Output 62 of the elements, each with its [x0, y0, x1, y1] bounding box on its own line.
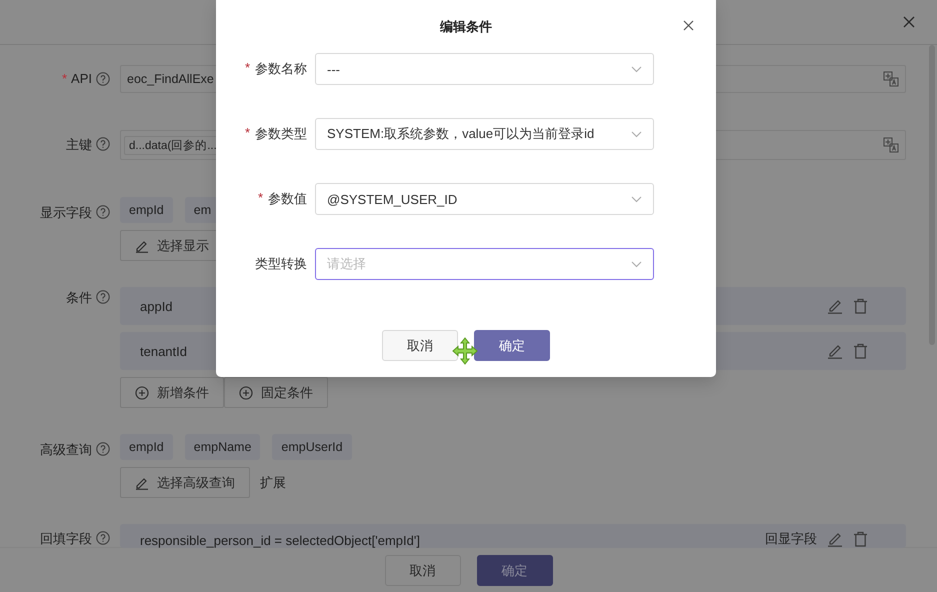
pencil-icon — [135, 476, 149, 490]
help-icon — [96, 531, 110, 545]
add-condition-button[interactable]: 固定条件 — [224, 377, 328, 408]
plus-circle-icon — [239, 386, 253, 400]
chevron-down-icon — [631, 196, 642, 202]
field-tag: empName — [184, 434, 260, 460]
select-field[interactable]: @SYSTEM_USER_ID — [315, 183, 654, 215]
field-label: 条件 — [66, 289, 92, 307]
dialog-title: 编辑条件 — [440, 18, 492, 36]
delete-icon[interactable] — [853, 298, 868, 314]
chevron-down-icon — [631, 66, 642, 72]
help-icon — [96, 442, 110, 456]
select-placeholder: 请选择 — [327, 255, 366, 273]
condition-name: tenantId — [140, 344, 187, 358]
field-label: 回填字段 — [40, 530, 92, 548]
field-label: 高级查询 — [40, 441, 92, 459]
required-mark: * — [62, 71, 68, 86]
extend-label: 扩展 — [260, 474, 286, 492]
add-condition-button[interactable]: 新增条件 — [120, 377, 224, 408]
select-value: --- — [327, 62, 340, 76]
footer-button[interactable]: 确定 — [476, 555, 552, 586]
help-icon — [96, 137, 110, 151]
select-field[interactable]: SYSTEM:取系统参数，value可以为当前登录id — [315, 118, 654, 150]
chevron-down-icon — [631, 260, 642, 268]
field-label: 类型转换 — [255, 255, 307, 273]
help-icon — [96, 205, 110, 219]
select-field[interactable]: --- — [315, 53, 654, 85]
field-label: 参数名称 — [255, 60, 307, 78]
field-label: 参数类型 — [255, 125, 307, 143]
select-value: @SYSTEM_USER_ID — [327, 192, 458, 206]
dialog-button[interactable]: 取消 — [382, 330, 458, 361]
select-button[interactable]: 选择高级查询 — [120, 467, 250, 498]
translate-icon[interactable] — [883, 71, 899, 87]
close-icon[interactable] — [903, 16, 915, 28]
field-tag: empId — [120, 434, 173, 460]
condition-name: appId — [140, 298, 173, 314]
edit-icon[interactable] — [827, 298, 843, 314]
echo-field-label: 回显字段 — [765, 530, 817, 548]
select-value: SYSTEM:取系统参数，value可以为当前登录id — [327, 125, 594, 143]
pencil-icon — [135, 238, 149, 252]
help-icon — [96, 290, 110, 304]
field-label: API — [71, 71, 92, 86]
mapping-text: responsible_person_id = selectedObject['empId'] — [140, 533, 420, 548]
required-mark: * — [244, 125, 250, 142]
field-tag: empId — [120, 197, 173, 223]
delete-icon[interactable] — [853, 343, 868, 359]
chevron-down-icon — [631, 130, 642, 138]
field-label: 主键 — [66, 136, 92, 154]
dialog-button[interactable]: 确定 — [474, 330, 550, 361]
field-label: 显示字段 — [40, 204, 92, 222]
edit-icon[interactable] — [827, 531, 843, 547]
plus-circle-icon — [135, 386, 149, 400]
input-value: eoc_FindAllExe — [127, 72, 214, 86]
footer-button[interactable]: 取消 — [384, 555, 460, 586]
required-mark: * — [244, 60, 250, 77]
move-cursor-icon — [452, 337, 478, 365]
help-icon — [96, 72, 110, 86]
edit-icon[interactable] — [827, 343, 843, 359]
delete-icon[interactable] — [853, 531, 868, 547]
close-icon[interactable] — [683, 20, 694, 31]
field-tag: empUserId — [272, 434, 352, 460]
translate-icon[interactable] — [883, 137, 899, 153]
